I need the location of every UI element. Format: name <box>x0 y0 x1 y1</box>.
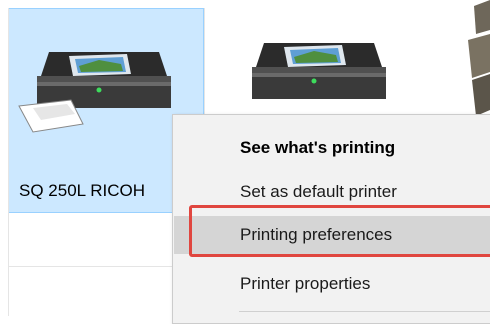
device-icon[interactable] <box>462 0 490 120</box>
highlight-annotation <box>189 205 490 257</box>
printer-label: SQ 250L RICOH <box>19 181 145 200</box>
menu-separator <box>239 311 490 312</box>
menu-item-see-whats-printing[interactable]: See what's printing <box>174 129 490 167</box>
menu-item-printer-properties[interactable]: Printer properties <box>174 265 490 303</box>
divider <box>8 8 9 316</box>
printer-icon[interactable] <box>228 23 428 123</box>
